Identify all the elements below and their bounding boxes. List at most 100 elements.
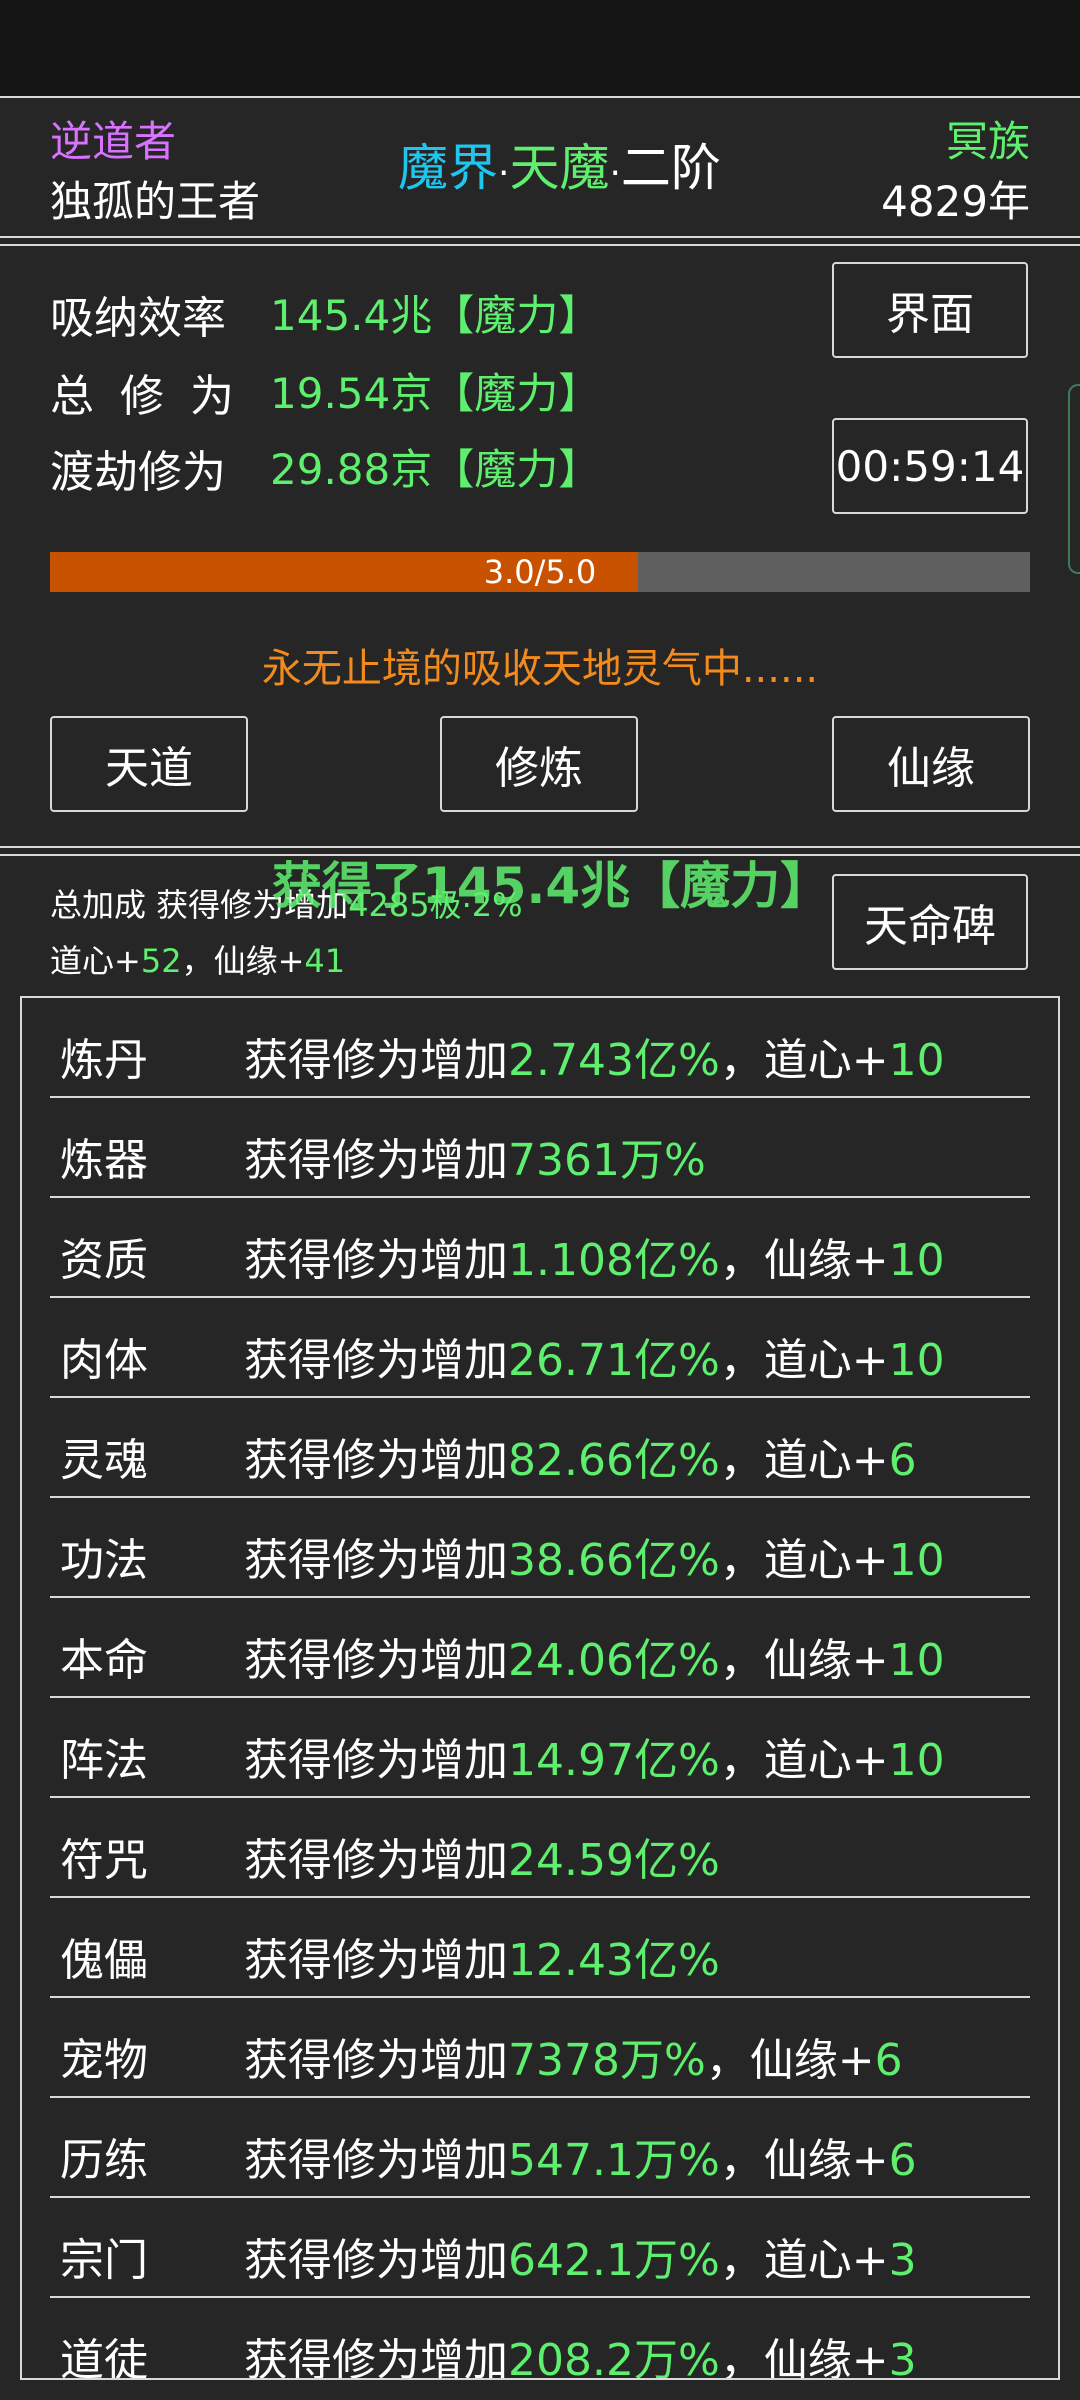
bonus-row-extra-label: ，仙缘+ bbox=[705, 2035, 875, 2086]
side-drawer-handle[interactable] bbox=[1068, 384, 1080, 574]
bonus-row-value: 2.743亿% bbox=[508, 1035, 720, 1086]
bonus-row-name: 炼器 bbox=[60, 1135, 148, 1186]
xianyuan-label: 仙缘+ bbox=[213, 942, 305, 980]
bonus-row-extra-label: ，道心+ bbox=[719, 1335, 889, 1386]
bonus-row[interactable]: 本命 获得修为增加24.06亿%，仙缘+10 bbox=[50, 1598, 1030, 1698]
bonus-row-name: 历练 bbox=[60, 2135, 148, 2186]
bonus-source-list: 炼丹 获得修为增加2.743亿%，道心+10 炼器 获得修为增加7361万% 资质 获得修… bbox=[20, 996, 1060, 2380]
cultivation-status-text: 永无止境的吸收天地灵气中...... bbox=[261, 646, 819, 692]
total-cultivation-label: 总 修 为 bbox=[50, 371, 240, 422]
bonus-row-extra-value: 10 bbox=[888, 1635, 945, 1686]
bonus-row-description: 获得修为增加24.59亿% bbox=[244, 1824, 720, 1888]
realm-stage: 二阶 bbox=[620, 139, 721, 197]
bonus-row-prefix: 获得修为增加 bbox=[244, 1935, 508, 1986]
tribulation-value: 29.88京【魔力】 bbox=[270, 445, 601, 494]
bonus-row-extra-value: 10 bbox=[888, 1035, 945, 1086]
bonus-row-description: 获得修为增加7378万%，仙缘+6 bbox=[244, 2024, 903, 2088]
bonus-row-prefix: 获得修为增加 bbox=[244, 2035, 508, 2086]
xianyuan-button[interactable]: 仙缘 bbox=[832, 716, 1030, 812]
bonus-row-name: 宠物 bbox=[60, 2035, 148, 2086]
bonus-row[interactable]: 历练 获得修为增加547.1万%，仙缘+6 bbox=[50, 2098, 1030, 2198]
bonus-row-description: 获得修为增加38.66亿%，道心+10 bbox=[244, 1524, 945, 1588]
character-header: 逆道者 独孤的王者 魔界·天魔·二阶 冥族 4829年 bbox=[0, 96, 1080, 238]
bonus-row-value: 7361万% bbox=[508, 1135, 706, 1186]
daoxin-value: 52 bbox=[140, 942, 182, 980]
bonus-row-prefix: 获得修为增加 bbox=[244, 1235, 508, 1286]
tiandao-button[interactable]: 天道 bbox=[50, 716, 248, 812]
bonus-row-extra-value: 3 bbox=[888, 2235, 917, 2286]
bonus-row-name: 符咒 bbox=[60, 1835, 148, 1886]
bonus-row[interactable]: 道徒 获得修为增加208.2万%，仙缘+3 bbox=[50, 2298, 1030, 2380]
stele-button[interactable]: 天命碑 bbox=[832, 874, 1028, 970]
absorb-value: 145.4兆【魔力】 bbox=[270, 291, 601, 340]
timer-display: 00:59:14 bbox=[832, 418, 1028, 514]
daoxin-label: 道心+ bbox=[50, 942, 141, 980]
bonus-row-value: 642.1万% bbox=[508, 2235, 720, 2286]
progress-bar: 3.0/5.0 bbox=[50, 552, 1030, 592]
bonus-row-name: 炼丹 bbox=[60, 1035, 148, 1086]
bonus-row-value: 7378万% bbox=[508, 2035, 706, 2086]
absorb-label: 吸纳效率 bbox=[50, 293, 226, 344]
bonus-row-value: 14.97亿% bbox=[508, 1735, 720, 1786]
interface-button[interactable]: 界面 bbox=[832, 262, 1028, 358]
bonus-row-prefix: 获得修为增加 bbox=[244, 1735, 508, 1786]
realm-dot: · bbox=[498, 153, 510, 194]
race-label: 冥族 bbox=[945, 117, 1030, 166]
bonus-row-value: 547.1万% bbox=[508, 2135, 720, 2186]
bonus-row[interactable]: 宗门 获得修为增加642.1万%，道心+3 bbox=[50, 2198, 1030, 2298]
faction-label: 逆道者 bbox=[50, 117, 177, 166]
bonus-row-extra-value: 10 bbox=[888, 1535, 945, 1586]
bonus-row-value: 12.43亿% bbox=[508, 1935, 720, 1986]
bonus-row[interactable]: 符咒 获得修为增加24.59亿% bbox=[50, 1798, 1030, 1898]
bonus-row[interactable]: 宠物 获得修为增加7378万%，仙缘+6 bbox=[50, 1998, 1030, 2098]
bonus-row-extra-value: 3 bbox=[888, 2335, 917, 2380]
bonus-row-extra-label: ，道心+ bbox=[719, 2235, 889, 2286]
bonus-row-description: 获得修为增加642.1万%，道心+3 bbox=[244, 2224, 917, 2288]
bonus-row-name: 资质 bbox=[60, 1235, 148, 1286]
bonus-row[interactable]: 资质 获得修为增加1.108亿%，仙缘+10 bbox=[50, 1198, 1030, 1298]
bonus-row[interactable]: 傀儡 获得修为增加12.43亿% bbox=[50, 1898, 1030, 1998]
bonus-row[interactable]: 肉体 获得修为增加26.71亿%，道心+10 bbox=[50, 1298, 1030, 1398]
bonus-row-name: 肉体 bbox=[60, 1335, 148, 1386]
bonus-row-extra-value: 6 bbox=[874, 2035, 903, 2086]
bonus-row-extra-value: 10 bbox=[888, 1735, 945, 1786]
bonus-row-extra-value: 6 bbox=[888, 1435, 917, 1486]
bonus-row-value: 26.71亿% bbox=[508, 1335, 720, 1386]
xianyuan-value: 41 bbox=[304, 942, 346, 980]
bonus-row-value: 1.108亿% bbox=[508, 1235, 720, 1286]
realm-title: 魔界·天魔·二阶 bbox=[398, 128, 721, 200]
bonus-row-value: 208.2万% bbox=[508, 2335, 720, 2380]
bonus-row[interactable]: 炼器 获得修为增加7361万% bbox=[50, 1098, 1030, 1198]
bonus-row-prefix: 获得修为增加 bbox=[244, 1335, 508, 1386]
bonus-row[interactable]: 炼丹 获得修为增加2.743亿%，道心+10 bbox=[50, 998, 1030, 1098]
bonus-row-name: 宗门 bbox=[60, 2235, 148, 2286]
cultivation-panel: 吸纳效率 145.4兆【魔力】 总 修 为 19.54京【魔力】 渡劫修为 29… bbox=[0, 244, 1080, 848]
character-title: 独孤的王者 bbox=[50, 177, 261, 226]
bonus-row-extra-label: ，仙缘+ bbox=[719, 2135, 889, 2186]
bonus-row-extra-label: ，道心+ bbox=[719, 1435, 889, 1486]
bonus-row-prefix: 获得修为增加 bbox=[244, 1435, 508, 1486]
bonus-row-value: 82.66亿% bbox=[508, 1435, 720, 1486]
realm-name: 天魔 bbox=[509, 139, 610, 197]
bonus-row-prefix: 获得修为增加 bbox=[244, 1135, 508, 1186]
bonus-row-name: 阵法 bbox=[60, 1735, 148, 1786]
bonus-row[interactable]: 功法 获得修为增加38.66亿%，道心+10 bbox=[50, 1498, 1030, 1598]
bonus-row[interactable]: 灵魂 获得修为增加82.66亿%，道心+6 bbox=[50, 1398, 1030, 1498]
bonus-row-description: 获得修为增加1.108亿%，仙缘+10 bbox=[244, 1224, 945, 1288]
total-cultivation-value: 19.54京【魔力】 bbox=[270, 369, 601, 418]
bonus-row-description: 获得修为增加208.2万%，仙缘+3 bbox=[244, 2324, 917, 2380]
xiulian-button[interactable]: 修炼 bbox=[440, 716, 638, 812]
bonus-row-name: 功法 bbox=[60, 1535, 148, 1586]
bonus-row-extra-label: ，道心+ bbox=[719, 1035, 889, 1086]
age-value: 4829年 bbox=[881, 177, 1030, 226]
bonus-row-extra-label: ，道心+ bbox=[719, 1735, 889, 1786]
realm-dot: · bbox=[609, 153, 621, 194]
bonus-row-description: 获得修为增加2.743亿%，道心+10 bbox=[244, 1024, 945, 1088]
bonus-row-extra-value: 6 bbox=[888, 2135, 917, 2186]
system-status-bar bbox=[0, 0, 1080, 96]
bonus-row-prefix: 获得修为增加 bbox=[244, 1635, 508, 1686]
bonus-row-name: 灵魂 bbox=[60, 1435, 148, 1486]
realm-world: 魔界 bbox=[398, 139, 498, 197]
separator: ， bbox=[181, 942, 214, 980]
bonus-row[interactable]: 阵法 获得修为增加14.97亿%，道心+10 bbox=[50, 1698, 1030, 1798]
